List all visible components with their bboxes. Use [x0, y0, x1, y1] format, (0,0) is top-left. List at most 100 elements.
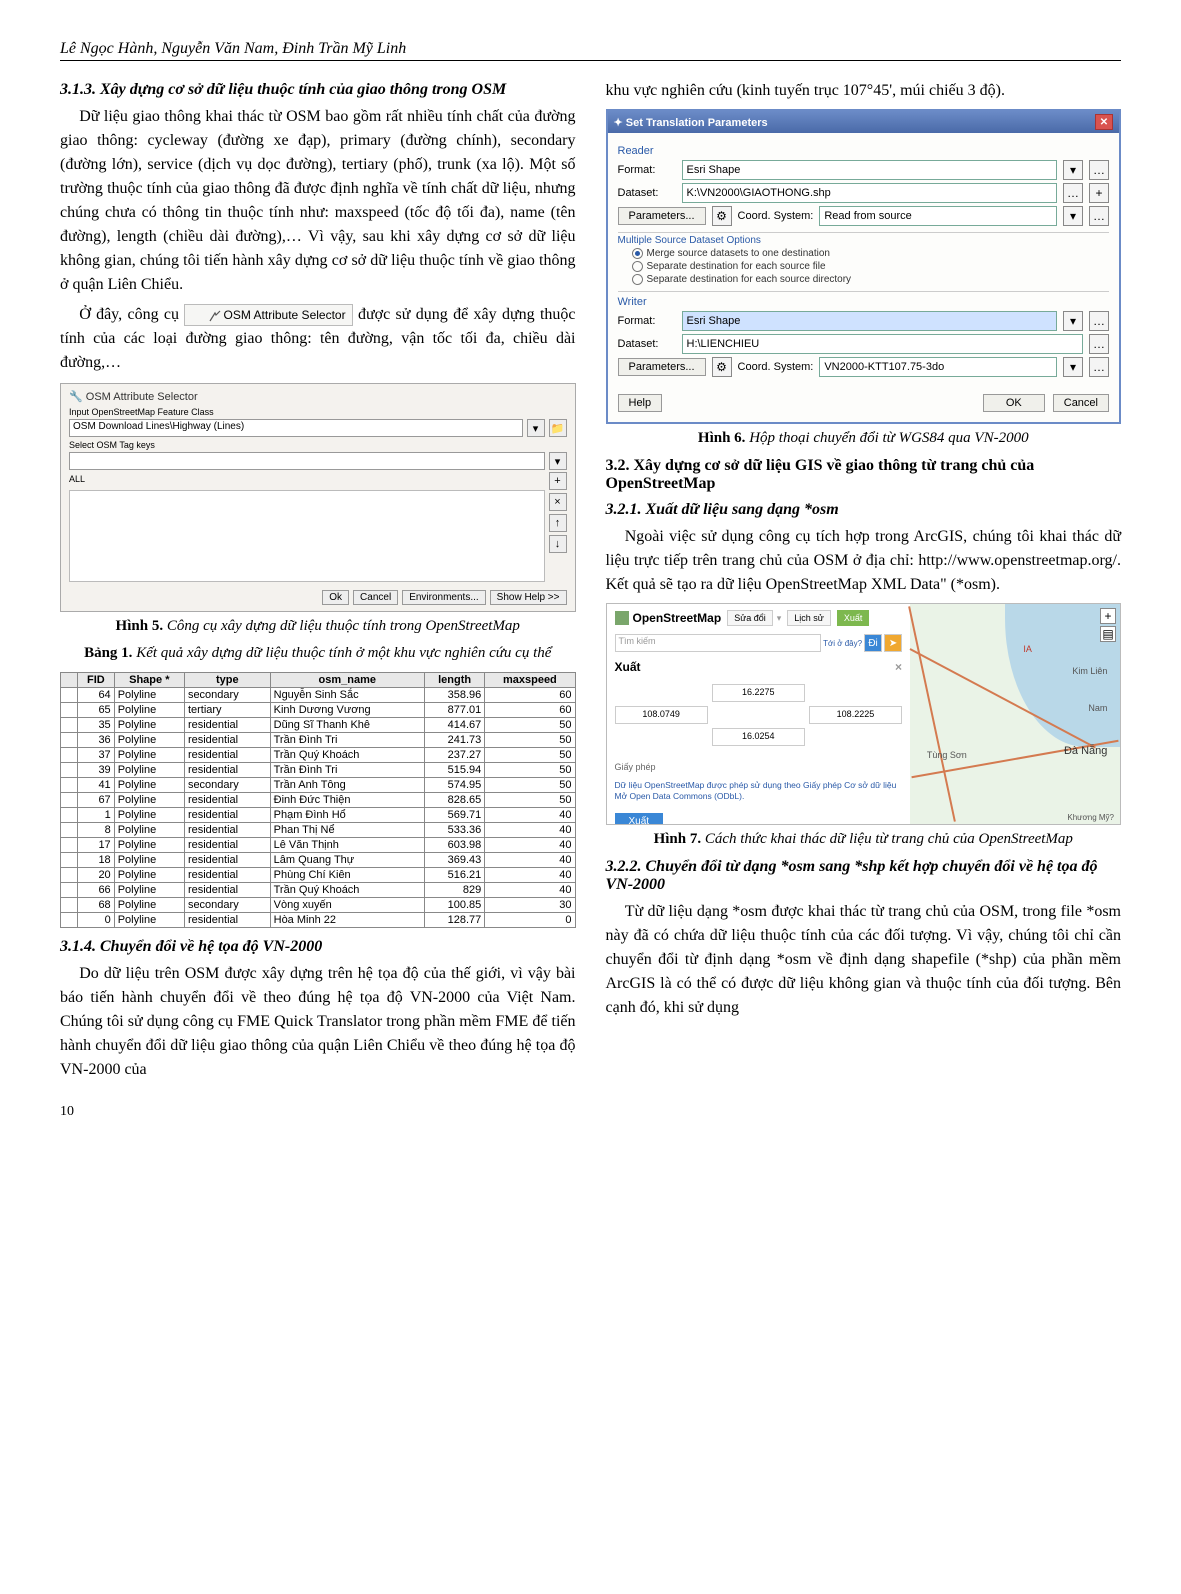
table-cell: 40	[485, 823, 575, 838]
search-input[interactable]: Tìm kiếm	[615, 634, 822, 652]
add-icon[interactable]: +	[1089, 183, 1109, 203]
tag-input[interactable]	[69, 452, 545, 470]
table-cell: 603.98	[424, 838, 484, 853]
bbox-south[interactable]: 16.0254	[712, 728, 805, 746]
writer-dataset-input[interactable]: H:\LIENCHIEU	[682, 334, 1084, 354]
all-label: ALL	[69, 472, 545, 486]
where-link[interactable]: Tới ở đây?	[823, 639, 862, 648]
tab-edit[interactable]: Sửa đổi	[727, 610, 773, 626]
browse-icon[interactable]: …	[1063, 183, 1083, 203]
table-cell: Phạm Đình Hổ	[270, 808, 424, 823]
locate-icon[interactable]: ➤	[884, 634, 902, 652]
zoom-in-icon[interactable]: +	[1100, 608, 1116, 624]
table-row[interactable]: 66PolylineresidentialTrần Quý Khoách8294…	[61, 883, 576, 898]
environments-button[interactable]: Environments...	[402, 590, 485, 605]
table-cell: residential	[184, 748, 270, 763]
figure-7-caption: Hình 7. Cách thức khai thác dữ liệu từ t…	[606, 831, 1122, 848]
up-icon[interactable]: ↑	[549, 514, 567, 532]
table-cell: 533.36	[424, 823, 484, 838]
add-icon[interactable]: +	[549, 472, 567, 490]
bbox-north[interactable]: 16.2275	[712, 684, 805, 702]
table-cell: 1	[78, 808, 115, 823]
table-cell: Trần Quý Khoách	[270, 748, 424, 763]
reader-coord-input[interactable]: Read from source	[819, 206, 1057, 226]
table-row[interactable]: 17PolylineresidentialLê Văn Thịnh603.984…	[61, 838, 576, 853]
go-button[interactable]: Đi	[864, 634, 882, 652]
layers-icon[interactable]: ▤	[1100, 626, 1116, 642]
table-row[interactable]: 41PolylinesecondaryTrần Anh Tông574.9550	[61, 778, 576, 793]
table-cell: 41	[78, 778, 115, 793]
table-row[interactable]: 68PolylinesecondaryVòng xuyến100.8530	[61, 898, 576, 913]
table-row[interactable]: 37PolylineresidentialTrần Quý Khoách237.…	[61, 748, 576, 763]
tab-export[interactable]: Xuất	[837, 610, 870, 626]
dropdown-icon[interactable]: ▾	[1063, 206, 1083, 226]
paragraph: Dữ liệu giao thông khai thác từ OSM bao …	[60, 105, 576, 297]
close-icon[interactable]: ×	[895, 660, 902, 674]
table-row[interactable]: 36PolylineresidentialTrần Đình Tri241.73…	[61, 733, 576, 748]
down-icon[interactable]: ↓	[549, 535, 567, 553]
table-row[interactable]: 1PolylineresidentialPhạm Đình Hổ569.7140	[61, 808, 576, 823]
table-row[interactable]: 8PolylineresidentialPhan Thị Nể533.3640	[61, 823, 576, 838]
help-button[interactable]: Help	[618, 394, 663, 412]
browse-icon[interactable]: 📁	[549, 419, 567, 437]
bbox-east[interactable]: 108.2225	[809, 706, 902, 724]
radio-option[interactable]: Merge source datasets to one destination	[632, 248, 1110, 259]
browse-icon[interactable]: …	[1089, 160, 1109, 180]
remove-icon[interactable]: ×	[549, 493, 567, 511]
cancel-button[interactable]: Cancel	[1053, 394, 1109, 412]
table-cell: Polyline	[114, 778, 184, 793]
map-canvas[interactable]: IA Kim Liên Nam Tùng Sơn Đà Nẵng Khương …	[910, 604, 1120, 824]
table-row[interactable]: 0PolylineresidentialHòa Minh 22128.770	[61, 913, 576, 928]
dropdown-icon[interactable]: ▾	[1063, 357, 1083, 377]
cancel-button[interactable]: Cancel	[353, 590, 398, 605]
table-row[interactable]: 35PolylineresidentialDũng Sĩ Thanh Khê41…	[61, 718, 576, 733]
page-number: 10	[60, 1104, 1121, 1120]
label: Coord. System:	[738, 361, 814, 373]
table-cell: Polyline	[114, 688, 184, 703]
show-help-button[interactable]: Show Help >>	[490, 590, 567, 605]
table-cell: Polyline	[114, 913, 184, 928]
dropdown-icon[interactable]: ▾	[1063, 160, 1083, 180]
table-row[interactable]: 39PolylineresidentialTrần Đình Tri515.94…	[61, 763, 576, 778]
dropdown-icon[interactable]: ▾	[1063, 311, 1083, 331]
table-cell: residential	[184, 793, 270, 808]
settings-icon[interactable]: ⚙	[712, 206, 732, 226]
reader-format-input[interactable]: Esri Shape	[682, 160, 1058, 180]
browse-icon[interactable]: …	[1089, 206, 1109, 226]
close-icon[interactable]: ✕	[1095, 114, 1113, 130]
radio-option[interactable]: Separate destination for each source dir…	[632, 274, 1110, 285]
table-row[interactable]: 67PolylineresidentialĐinh Đức Thiện828.6…	[61, 793, 576, 808]
browse-icon[interactable]: …	[1089, 357, 1109, 377]
figure-7-osm: OpenStreetMap Sửa đổi ▾ Lịch sử Xuất Tìm…	[606, 603, 1122, 825]
ok-button[interactable]: Ok	[322, 590, 349, 605]
table-row[interactable]: 18PolylineresidentialLâm Quang Thự369.43…	[61, 853, 576, 868]
tab-history[interactable]: Lịch sử	[787, 610, 831, 626]
table-row[interactable]: 65PolylinetertiaryKinh Dương Vương877.01…	[61, 703, 576, 718]
table-cell: Polyline	[114, 793, 184, 808]
browse-icon[interactable]: …	[1089, 311, 1109, 331]
parameters-button[interactable]: Parameters...	[618, 207, 706, 225]
dropdown-icon[interactable]: ▾	[549, 452, 567, 470]
export-button[interactable]: Xuất	[615, 813, 664, 826]
reader-dataset-input[interactable]: K:\VN2000\GIAOTHONG.shp	[682, 183, 1058, 203]
browse-icon[interactable]: …	[1089, 334, 1109, 354]
heading-3-2-1: 3.2.1. Xuất dữ liệu sang dạng *osm	[606, 501, 1122, 519]
writer-format-input[interactable]: Esri Shape	[682, 311, 1058, 331]
ok-button[interactable]: OK	[983, 394, 1045, 412]
dropdown-icon[interactable]: ▾	[527, 419, 545, 437]
tag-list[interactable]	[69, 490, 545, 582]
table-cell: 35	[78, 718, 115, 733]
radio-option[interactable]: Separate destination for each source fil…	[632, 261, 1110, 272]
table-row[interactable]: 20PolylineresidentialPhùng Chí Kiên516.2…	[61, 868, 576, 883]
table-cell: Lê Văn Thịnh	[270, 838, 424, 853]
table-cell: 241.73	[424, 733, 484, 748]
bbox-west[interactable]: 108.0749	[615, 706, 708, 724]
table-row[interactable]: 64PolylinesecondaryNguyễn Sinh Sắc358.96…	[61, 688, 576, 703]
parameters-button[interactable]: Parameters...	[618, 358, 706, 376]
table-cell: 40	[485, 838, 575, 853]
table-cell: 877.01	[424, 703, 484, 718]
paragraph: Từ dữ liệu dạng *osm được khai thác từ t…	[606, 900, 1122, 1020]
writer-coord-input[interactable]: VN2000-KTT107.75-3do	[819, 357, 1057, 377]
settings-icon[interactable]: ⚙	[712, 357, 732, 377]
feature-class-input[interactable]: OSM Download Lines\Highway (Lines)	[69, 419, 523, 437]
